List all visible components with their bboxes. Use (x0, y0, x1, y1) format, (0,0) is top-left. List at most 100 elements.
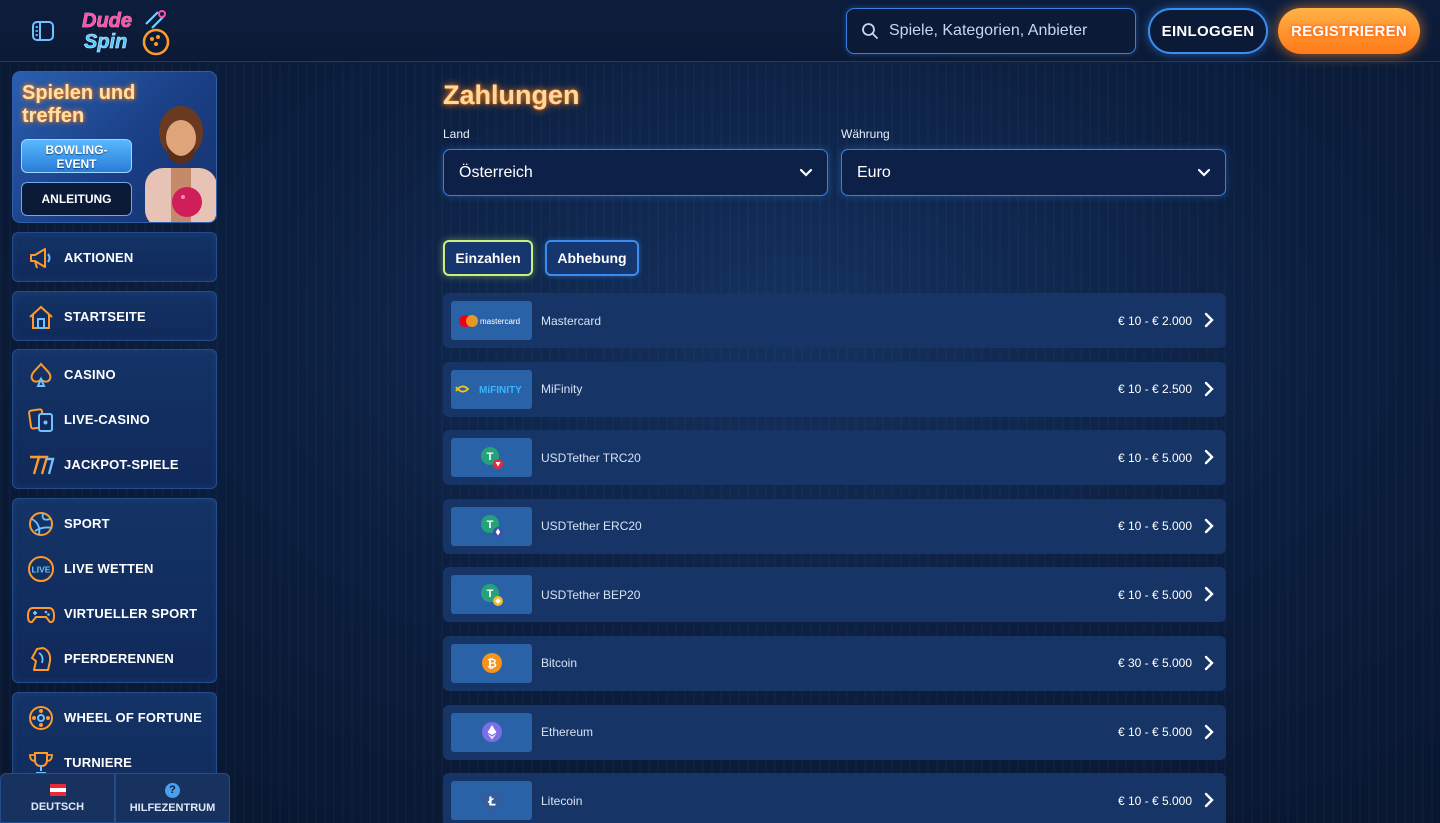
search-input[interactable] (889, 22, 1129, 40)
sidebar-item-sport[interactable]: SPORT (13, 501, 216, 546)
sidebar-item-label: LIVE WETTEN (64, 561, 154, 576)
spade-icon (27, 361, 55, 389)
payment-method-row[interactable]: MiFINITY MiFinity € 10 - € 2.500 (443, 361, 1226, 417)
tether-bep20-logo: T (451, 575, 532, 615)
sidebar-item-wheel-of-fortune[interactable]: WHEEL OF FORTUNE (13, 695, 216, 740)
mifinity-logo-text: MiFINITY (479, 385, 522, 396)
chevron-right-icon (1204, 655, 1214, 671)
payment-method-range: € 10 - € 2.500 (1117, 382, 1192, 397)
tab-deposit[interactable]: Einzahlen (443, 240, 533, 276)
sevens-icon (27, 451, 55, 479)
chevron-right-icon (1204, 518, 1214, 533)
promo-title: Spielen und treffen (22, 82, 136, 127)
tether-bep20-glyph: T (486, 588, 493, 600)
sidebar-item-label: WHEEL OF FORTUNE (64, 710, 203, 725)
chevron-right-icon (1204, 792, 1214, 808)
search-box[interactable] (846, 8, 1136, 54)
currency-select[interactable]: Euro (841, 149, 1226, 196)
sidebar-item-label: PFERDERENNEN (64, 651, 175, 666)
country-value: Österreich (459, 163, 533, 181)
mastercard-logo-text: mastercard (480, 317, 520, 326)
language-selector-button[interactable]: DEUTSCH (0, 773, 115, 823)
badge-line-1: BOWLING- (45, 143, 108, 157)
mifinity-logo: MiFINITY (451, 369, 532, 409)
register-button[interactable]: REGISTRIEREN (1278, 8, 1420, 54)
sidebar-item-jackpot[interactable]: JACKPOT-SPIELE (13, 442, 216, 487)
country-label: Land (443, 127, 470, 141)
payment-method-row[interactable]: T USDTether BEP20 € 10 - € 5.000 (443, 567, 1226, 623)
chevron-down-icon (1197, 168, 1211, 177)
sidebar-item-label: VIRTUELLER SPORT (64, 606, 198, 621)
chevron-right-icon (1204, 312, 1214, 328)
login-button[interactable]: EINLOGGEN (1148, 8, 1268, 54)
nav-group-home: STARTSEITE (12, 291, 217, 341)
sidebar-item-virtueller-sport[interactable]: VIRTUELLER SPORT (13, 591, 216, 636)
payment-method-name: Mastercard (541, 313, 602, 328)
sidebar-item-startseite[interactable]: STARTSEITE (13, 294, 216, 339)
help-center-button[interactable]: ? HILFEZENTRUM (115, 773, 230, 823)
sidebar-item-label: STARTSEITE (64, 309, 146, 324)
sidebar-item-label: CASINO (64, 367, 116, 382)
austria-flag-icon (49, 783, 66, 796)
nav-group-sport: SPORT LIVE LIVE WETTEN VIRTUELLER SPORT … (12, 498, 217, 683)
sidebar-item-live-casino[interactable]: LIVE-CASINO (13, 397, 216, 442)
ethereum-logo (451, 712, 532, 752)
live-icon: LIVE (27, 555, 55, 583)
sidebar-item-aktionen[interactable]: AKTIONEN (13, 235, 216, 280)
live-icon-text: LIVE (32, 564, 51, 574)
payment-method-name: Litecoin (541, 793, 583, 808)
country-select[interactable]: Österreich (443, 149, 828, 196)
nav-group-casino: CASINO LIVE-CASINO JACKPOT-SPIELE (12, 349, 217, 489)
search-icon (862, 23, 878, 39)
sidebar-item-casino[interactable]: CASINO (13, 352, 216, 397)
payment-method-row[interactable]: mastercard Mastercard € 10 - € 2.000 (443, 293, 1226, 348)
dudespin-logo[interactable]: Dude Spin (80, 6, 180, 56)
promo-character-illustration (145, 106, 216, 222)
badge-line-2: EVENT (56, 157, 97, 171)
sidebar-item-label: SPORT (64, 516, 110, 531)
sidebar-item-pferderennen[interactable]: PFERDERENNEN (13, 636, 216, 681)
chevron-right-icon (1204, 587, 1214, 602)
bowling-event-badge[interactable]: BOWLING- EVENT (21, 139, 132, 173)
language-label: DEUTSCH (30, 800, 85, 813)
sidebar-item-label: AKTIONEN (64, 250, 134, 265)
litecoin-logo: Ł (451, 781, 532, 821)
bitcoin-glyph: ₿ (487, 657, 497, 671)
sidebar-toggle-icon (32, 21, 54, 41)
payment-method-name: Bitcoin (541, 656, 578, 671)
help-center-label: HILFEZENTRUM (129, 801, 216, 814)
home-icon (27, 303, 55, 331)
payment-method-name: USDTether TRC20 (541, 450, 641, 465)
top-header: Dude Spin EINLOGGEN REGISTRIEREN (0, 0, 1440, 62)
cards-icon (27, 406, 55, 434)
tether-erc20-logo: T (451, 506, 532, 546)
payment-method-range: € 10 - € 5.000 (1117, 725, 1192, 740)
payment-method-range: € 10 - € 5.000 (1117, 587, 1192, 602)
gamepad-icon (27, 600, 55, 628)
payment-method-row[interactable]: T USDTether TRC20 € 10 - € 5.000 (443, 430, 1226, 486)
payment-method-name: MiFinity (541, 382, 583, 397)
payment-method-name: USDTether BEP20 (541, 587, 641, 602)
sidebar-item-label: LIVE-CASINO (64, 412, 150, 427)
payment-method-row[interactable]: T USDTether ERC20 € 10 - € 5.000 (443, 498, 1226, 554)
guide-button[interactable]: ANLEITUNG (21, 182, 132, 216)
wheel-icon (27, 704, 55, 732)
sidebar-item-label: JACKPOT-SPIELE (64, 457, 179, 472)
sidebar-item-live-wetten[interactable]: LIVE LIVE WETTEN (13, 546, 216, 591)
payment-method-name: Ethereum (541, 725, 594, 740)
payment-method-range: € 30 - € 5.000 (1117, 656, 1192, 671)
chevron-down-icon (799, 168, 813, 177)
payment-method-row[interactable]: Ł Litecoin € 10 - € 5.000 (443, 773, 1226, 823)
payment-method-range: € 10 - € 5.000 (1117, 450, 1192, 465)
promo-banner[interactable]: Spielen und treffen BOWLING- EVENT ANLEI… (12, 71, 217, 223)
payment-method-row[interactable]: ₿ Bitcoin € 30 - € 5.000 (443, 635, 1226, 691)
sidebar-toggle-button[interactable] (28, 16, 58, 46)
payment-method-range: € 10 - € 2.000 (1117, 313, 1192, 328)
logo-text-spin: Spin (84, 31, 127, 53)
nav-group-promotions: AKTIONEN (12, 232, 217, 282)
chevron-right-icon (1204, 381, 1214, 396)
tab-withdraw[interactable]: Abhebung (545, 240, 639, 276)
help-icon: ? (165, 782, 180, 798)
payment-method-row[interactable]: Ethereum € 10 - € 5.000 (443, 704, 1226, 760)
payment-method-range: € 10 - € 5.000 (1117, 519, 1192, 534)
